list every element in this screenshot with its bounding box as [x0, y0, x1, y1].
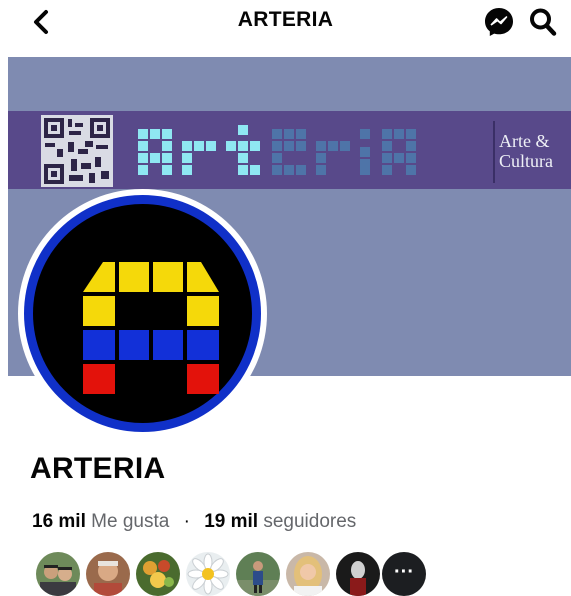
profile-picture-logo — [33, 204, 252, 423]
friend-avatar[interactable] — [186, 552, 230, 596]
messenger-button[interactable] — [482, 5, 516, 39]
likes-count[interactable]: 16 mil — [32, 511, 86, 532]
profile-picture-ring — [24, 195, 261, 432]
followers-label[interactable]: seguidores — [263, 511, 356, 532]
stats-separator: · — [183, 511, 190, 532]
cover-banner: Arte & Cultura — [8, 111, 571, 189]
banner-tagline: Arte & Cultura — [499, 131, 553, 171]
friend-avatar[interactable] — [236, 552, 280, 596]
friend-avatar-photo — [236, 552, 280, 596]
search-button[interactable] — [528, 6, 558, 38]
search-icon — [530, 8, 557, 36]
profile-picture[interactable] — [18, 189, 267, 438]
followers-count[interactable]: 19 mil — [204, 511, 258, 532]
friend-avatar[interactable] — [36, 552, 80, 596]
top-bar: ARTERIA — [0, 0, 571, 48]
friend-avatar[interactable] — [86, 552, 130, 596]
friend-avatar[interactable] — [136, 552, 180, 596]
tagline-line-1: Arte & — [499, 131, 550, 151]
messenger-icon — [485, 8, 513, 36]
page-stats: 16 mil Me gusta · 19 mil seguidores — [32, 511, 356, 533]
friend-avatar-photo — [136, 552, 180, 596]
tagline-line-2: Cultura — [499, 151, 553, 171]
likes-label[interactable]: Me gusta — [91, 511, 169, 532]
friend-avatar-photo — [336, 552, 380, 596]
friends-avatars-row: ··· — [36, 552, 436, 596]
arteria-wordmark-logo — [138, 125, 416, 175]
page-name: ARTERIA — [30, 452, 166, 485]
banner-divider — [493, 121, 495, 183]
friend-avatar[interactable] — [286, 552, 330, 596]
friend-avatar-photo — [186, 552, 230, 596]
friend-avatar[interactable] — [336, 552, 380, 596]
friend-avatar-photo — [286, 552, 330, 596]
more-friends-button[interactable]: ··· — [382, 552, 426, 596]
qr-code-icon — [41, 115, 113, 187]
friend-avatar-photo — [86, 552, 130, 596]
friend-avatar-photo — [36, 552, 80, 596]
arteria-a-logo-icon — [83, 262, 219, 394]
